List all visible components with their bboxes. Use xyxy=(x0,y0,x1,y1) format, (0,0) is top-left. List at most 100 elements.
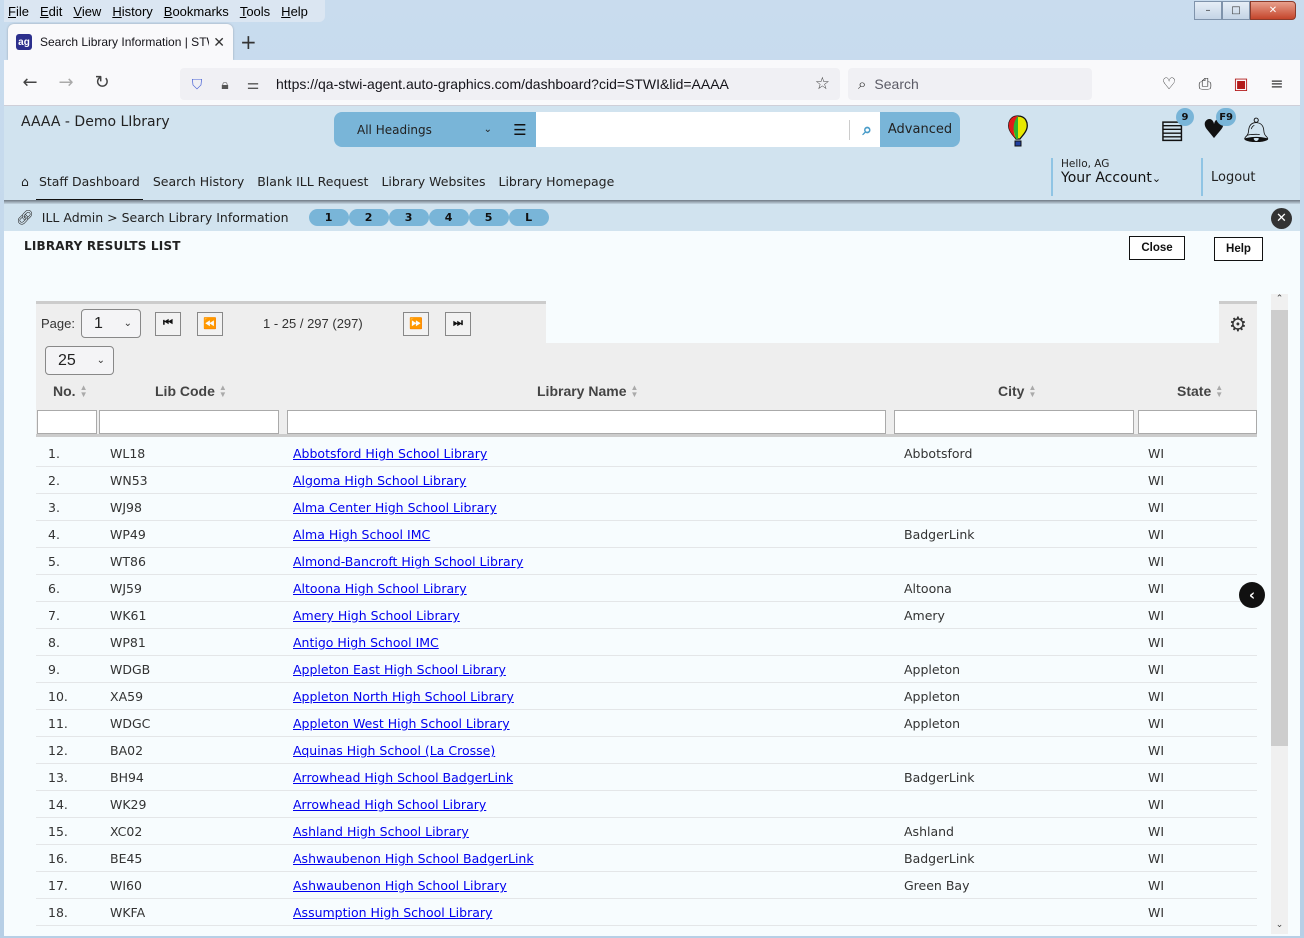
hot-air-balloon-icon[interactable] xyxy=(1007,115,1029,147)
reload-icon[interactable]: ↻ xyxy=(90,72,114,93)
step-4[interactable]: 4 xyxy=(428,209,469,226)
library-name-link[interactable]: Ashwaubenon High School BadgerLink xyxy=(293,851,534,866)
scroll-down-icon[interactable]: ⌄ xyxy=(1271,920,1288,934)
filter-city-input[interactable] xyxy=(894,410,1134,434)
step-3[interactable]: 3 xyxy=(388,209,429,226)
step-5[interactable]: 5 xyxy=(468,209,509,226)
search-scope-select[interactable]: All Headings ⌄ xyxy=(334,123,504,137)
maximize-button[interactable]: □ xyxy=(1222,1,1250,20)
pocket-icon[interactable]: ♡ xyxy=(1160,74,1178,94)
back-icon[interactable]: ← xyxy=(18,72,42,93)
help-button[interactable]: Help xyxy=(1214,237,1263,261)
library-name-link[interactable]: Aquinas High School (La Crosse) xyxy=(293,743,495,758)
forward-icon[interactable]: → xyxy=(54,72,78,93)
library-name-link[interactable]: Almond-Bancroft High School Library xyxy=(293,554,523,569)
new-tab-icon[interactable]: + xyxy=(240,30,257,54)
filter-no-input[interactable] xyxy=(37,410,97,434)
page-size-select[interactable]: 25 ⌄ xyxy=(45,346,114,375)
nav-library-homepage[interactable]: Library Homepage xyxy=(498,164,614,198)
col-no[interactable]: No. ▲ ▼ xyxy=(53,383,87,399)
menu-file[interactable]: File xyxy=(8,4,29,19)
logout-link[interactable]: Logout xyxy=(1201,158,1256,196)
col-state[interactable]: State ▲ ▼ xyxy=(1177,383,1223,399)
print-icon[interactable]: ⎙ xyxy=(1196,74,1214,94)
search-input[interactable]: ⌕ xyxy=(536,112,880,147)
library-name-link[interactable]: Arrowhead High School BadgerLink xyxy=(293,770,513,785)
library-name-cell: Appleton East High School Library xyxy=(293,662,506,677)
library-name-link[interactable]: Abbotsford High School Library xyxy=(293,446,487,461)
step-l[interactable]: L xyxy=(508,209,549,226)
hamburger-menu-icon[interactable]: ≡ xyxy=(1268,74,1286,94)
library-name-link[interactable]: Ashwaubenon High School Library xyxy=(293,878,507,893)
nav-library-websites[interactable]: Library Websites xyxy=(381,164,485,198)
permissions-icon[interactable]: ⚌ xyxy=(242,76,264,93)
close-tab-icon[interactable]: ✕ xyxy=(213,34,225,51)
library-name-link[interactable]: Alma High School IMC xyxy=(293,527,430,542)
browser-tab-active[interactable]: ag Search Library Information | STWI ✕ xyxy=(8,24,233,60)
favorites-button[interactable]: ♥ F9 xyxy=(1196,108,1236,148)
step-1[interactable]: 1 xyxy=(308,209,349,226)
close-button[interactable]: Close xyxy=(1129,236,1185,260)
library-name-link[interactable]: Algoma High School Library xyxy=(293,473,466,488)
collapse-chevron-left-icon[interactable]: ‹ xyxy=(1239,582,1265,608)
library-name-link[interactable]: Assumption High School Library xyxy=(293,905,492,920)
library-name-link[interactable]: Alma Center High School Library xyxy=(293,500,497,515)
greeting: Hello, AG xyxy=(1061,158,1110,170)
url-text[interactable]: https://qa-stwi-agent.auto-graphics.com/… xyxy=(276,76,815,92)
table-row: 4. WP49 Alma High School IMC BadgerLink WI xyxy=(36,521,1257,548)
col-library-name[interactable]: Library Name ▲ ▼ xyxy=(537,383,638,399)
advanced-search-button[interactable]: Advanced xyxy=(880,122,960,137)
shield-icon[interactable]: ⛉ xyxy=(186,76,208,93)
library-name-link[interactable]: Amery High School Library xyxy=(293,608,460,623)
vertical-scrollbar[interactable]: ⌃ ⌄ xyxy=(1271,294,1288,934)
table-row: 12. BA02 Aquinas High School (La Crosse) WI xyxy=(36,737,1257,764)
scroll-up-icon[interactable]: ⌃ xyxy=(1271,294,1288,308)
library-name-link[interactable]: Antigo High School IMC xyxy=(293,635,439,650)
notifications-button[interactable]: 🔔︎ xyxy=(1238,112,1274,148)
account-menu[interactable]: Hello, AG Your Account⌄ xyxy=(1051,158,1161,196)
nav-blank-ill-request[interactable]: Blank ILL Request xyxy=(257,164,368,198)
prev-page-button[interactable]: ⏪ xyxy=(196,311,223,336)
scroll-thumb[interactable] xyxy=(1271,310,1288,746)
step-2[interactable]: 2 xyxy=(348,209,389,226)
nav-search-history[interactable]: Search History xyxy=(153,164,244,198)
settings-gear-icon[interactable]: ⚙ xyxy=(1219,301,1257,343)
browser-toolbar: ← → ↻ ⛉ 🔒︎ ⚌ https://qa-stwi-agent.auto-… xyxy=(4,60,1300,106)
library-name-link[interactable]: Ashland High School Library xyxy=(293,824,469,839)
bookmark-star-icon[interactable]: ☆ xyxy=(815,74,830,94)
library-name-link[interactable]: Appleton East High School Library xyxy=(293,662,506,677)
filter-state-input[interactable] xyxy=(1138,410,1257,434)
lock-icon[interactable]: 🔒︎ xyxy=(214,76,236,93)
menu-bookmarks[interactable]: Bookmarks xyxy=(164,4,229,19)
first-page-button[interactable]: ⏮ xyxy=(154,311,181,336)
browser-search-field[interactable]: ⌕ Search xyxy=(848,68,1092,100)
last-page-button[interactable]: ⏭ xyxy=(444,311,471,336)
address-bar[interactable]: ⛉ 🔒︎ ⚌ https://qa-stwi-agent.auto-graphi… xyxy=(180,68,840,100)
menu-history[interactable]: History xyxy=(112,4,152,19)
database-icon[interactable]: ☰ xyxy=(504,121,536,139)
list-button[interactable]: ▤ 9 xyxy=(1154,108,1194,148)
close-panel-icon[interactable]: ✕ xyxy=(1271,208,1292,229)
menu-bar: File Edit View History Bookmarks Tools H… xyxy=(4,0,325,22)
lib-code: WDGC xyxy=(110,716,151,731)
col-city[interactable]: City ▲ ▼ xyxy=(998,383,1036,399)
minimize-button[interactable]: – xyxy=(1194,1,1222,20)
library-name-link[interactable]: Appleton West High School Library xyxy=(293,716,510,731)
window-close-button[interactable]: ✕ xyxy=(1250,1,1296,20)
search-icon[interactable]: ⌕ xyxy=(862,120,872,140)
menu-edit[interactable]: Edit xyxy=(40,4,62,19)
library-name-link[interactable]: Altoona High School Library xyxy=(293,581,467,596)
menu-tools[interactable]: Tools xyxy=(240,4,270,19)
col-lib-code[interactable]: Lib Code ▲ ▼ xyxy=(155,383,227,399)
filter-lib-code-input[interactable] xyxy=(99,410,279,434)
filter-library-name-input[interactable] xyxy=(287,410,886,434)
page-select[interactable]: 1 ⌄ xyxy=(80,309,141,338)
menu-view[interactable]: View xyxy=(73,4,101,19)
menu-help[interactable]: Help xyxy=(281,4,308,19)
library-name-link[interactable]: Appleton North High School Library xyxy=(293,689,514,704)
extension-icon[interactable]: ▣ xyxy=(1232,74,1250,94)
home-icon[interactable]: ⌂ xyxy=(21,164,29,198)
next-page-button[interactable]: ⏩ xyxy=(402,311,429,336)
nav-staff-dashboard[interactable]: Staff Dashboard xyxy=(35,164,143,202)
library-name-link[interactable]: Arrowhead High School Library xyxy=(293,797,486,812)
